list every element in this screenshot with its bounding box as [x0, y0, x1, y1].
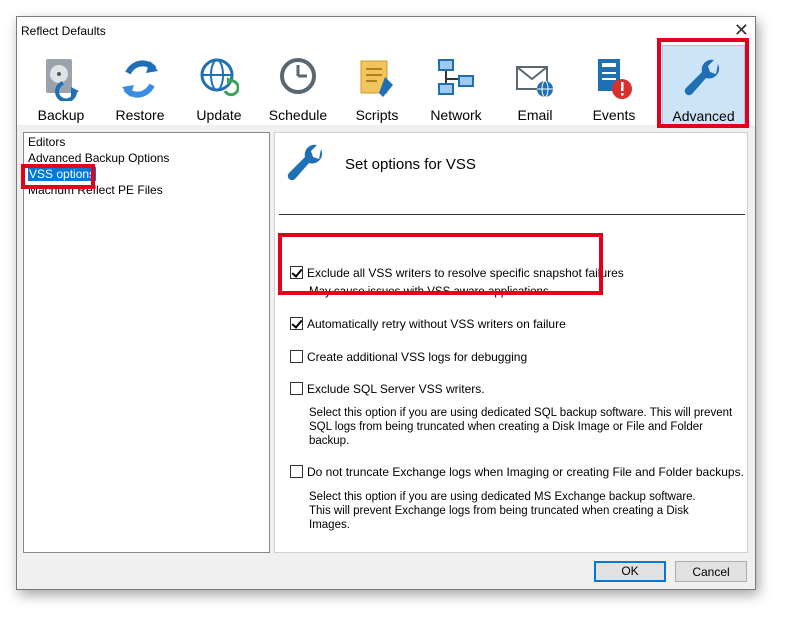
- option-auto-retry-without-vss[interactable]: Automatically retry without VSS writers …: [290, 317, 566, 331]
- toolbar-advanced-button[interactable]: Advanced: [662, 45, 745, 125]
- toolbar-network-button[interactable]: Network: [417, 45, 495, 125]
- exchange-logs-description: Select this option if you are using dedi…: [309, 490, 696, 532]
- wrench-icon: [684, 59, 720, 96]
- auto-retry-label: Automatically retry without VSS writers …: [307, 317, 566, 331]
- toolbar-email-label: Email: [517, 107, 553, 123]
- email-icon: [516, 66, 553, 98]
- create-vss-logs-checkbox[interactable]: [290, 350, 303, 363]
- description-line: backup.: [309, 435, 350, 447]
- toolbar-events-label: Events: [592, 107, 636, 123]
- events-icon: [598, 59, 632, 99]
- restore-icon: [122, 60, 158, 98]
- toolbar-update-button[interactable]: Update: [180, 45, 258, 125]
- toolbar-restore-label: Restore: [115, 107, 165, 123]
- options-tree: Editors Advanced Backup Options VSS opti…: [23, 132, 270, 553]
- exclude-all-vss-writers-checkbox[interactable]: [290, 266, 303, 279]
- tree-item-vss-options[interactable]: VSS options: [28, 167, 97, 181]
- toolbar-network-label: Network: [430, 107, 482, 123]
- toolbar-backup-button[interactable]: Backup: [22, 45, 100, 125]
- exclude-all-vss-writers-label: Exclude all VSS writers to resolve speci…: [307, 266, 624, 280]
- exchange-logs-checkbox[interactable]: [290, 465, 303, 478]
- create-vss-logs-label: Create additional VSS logs for debugging: [307, 350, 528, 364]
- close-icon[interactable]: ✕: [734, 19, 749, 41]
- option-exclude-sql-server-writers[interactable]: Exclude SQL Server VSS writers.: [290, 382, 485, 396]
- title-bar: Reflect Defaults ✕: [17, 17, 755, 45]
- description-line: SQL logs from being truncated when creat…: [309, 421, 703, 433]
- cancel-button[interactable]: Cancel: [675, 561, 747, 582]
- exclude-sql-label: Exclude SQL Server VSS writers.: [307, 382, 485, 396]
- tree-item-macrium-reflect-pe-files[interactable]: Macrium Reflect PE Files: [28, 183, 163, 197]
- clock-icon: [280, 58, 316, 94]
- tree-item-advanced-backup-options[interactable]: Advanced Backup Options: [28, 151, 169, 165]
- exclude-sql-description: Select this option if you are using dedi…: [309, 406, 732, 448]
- category-toolbar: Backup Restore Update Schedule Scripts N…: [17, 45, 755, 125]
- option-do-not-truncate-exchange-logs[interactable]: Do not truncate Exchange logs when Imagi…: [290, 465, 744, 479]
- backup-icon: [46, 59, 79, 101]
- toolbar-restore-button[interactable]: Restore: [101, 45, 179, 125]
- ok-button[interactable]: OK: [594, 561, 666, 582]
- toolbar-schedule-button[interactable]: Schedule: [259, 45, 337, 125]
- description-line: This will prevent Exchange logs from bei…: [309, 505, 689, 517]
- exclude-all-vss-writers-note: May cause issues with VSS aware applicat…: [309, 286, 549, 298]
- toolbar-scripts-button[interactable]: Scripts: [338, 45, 416, 125]
- toolbar-scripts-label: Scripts: [355, 107, 399, 123]
- toolbar-update-label: Update: [196, 107, 242, 123]
- toolbar-email-button[interactable]: Email: [496, 45, 574, 125]
- vss-options-panel: Set options for VSS Exclude all VSS writ…: [274, 132, 748, 553]
- toolbar-advanced-label: Advanced: [672, 108, 735, 124]
- toolbar-events-button[interactable]: Events: [575, 45, 653, 125]
- update-icon: [200, 58, 239, 97]
- exclude-sql-checkbox[interactable]: [290, 382, 303, 395]
- toolbar-backup-label: Backup: [37, 107, 85, 123]
- toolbar-schedule-label: Schedule: [268, 107, 328, 123]
- scripts-icon: [360, 60, 393, 97]
- panel-heading: Set options for VSS: [345, 156, 476, 173]
- description-line: Select this option if you are using dedi…: [309, 491, 696, 503]
- heading-divider: [279, 214, 745, 215]
- auto-retry-checkbox[interactable]: [290, 317, 303, 330]
- exchange-logs-label: Do not truncate Exchange logs when Imagi…: [307, 465, 744, 479]
- tree-item-editors[interactable]: Editors: [28, 135, 65, 149]
- reflect-defaults-dialog: Reflect Defaults ✕ Backup Restore Update…: [16, 16, 756, 590]
- wrench-icon: [287, 144, 323, 181]
- network-icon: [438, 59, 474, 95]
- option-exclude-all-vss-writers[interactable]: Exclude all VSS writers to resolve speci…: [290, 266, 624, 280]
- description-line: Select this option if you are using dedi…: [309, 407, 733, 419]
- description-line: Images.: [309, 519, 350, 531]
- option-create-vss-logs[interactable]: Create additional VSS logs for debugging: [290, 350, 527, 364]
- window-title: Reflect Defaults: [21, 24, 106, 38]
